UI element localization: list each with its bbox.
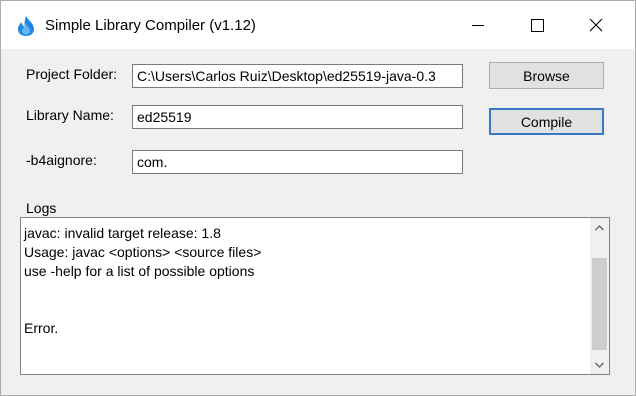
logs-content: javac: invalid target release: 1.8 Usage:… (24, 224, 584, 338)
logs-scrollbar[interactable] (590, 218, 609, 374)
minimize-icon (472, 24, 484, 26)
logs-label: Logs (26, 200, 57, 216)
browse-button[interactable]: Browse (489, 62, 604, 89)
chevron-down-icon (595, 362, 604, 368)
close-icon (589, 18, 603, 32)
library-name-input[interactable] (132, 105, 463, 129)
window-title: Simple Library Compiler (v1.12) (45, 17, 256, 34)
compile-button[interactable]: Compile (489, 108, 604, 135)
library-name-label: Library Name: (26, 107, 114, 123)
log-line: Error. (24, 320, 59, 336)
log-line: javac: invalid target release: 1.8 (24, 225, 221, 241)
scroll-down-arrow[interactable] (590, 355, 609, 374)
scroll-up-arrow[interactable] (590, 218, 609, 237)
chevron-up-icon (595, 224, 604, 230)
project-folder-input[interactable] (132, 64, 463, 88)
close-button[interactable] (567, 1, 625, 49)
maximize-icon (530, 18, 544, 32)
app-window: Simple Library Compiler (v1.12) Project … (0, 0, 636, 396)
log-line: use -help for a list of possible options (24, 263, 255, 279)
minimize-button[interactable] (449, 1, 507, 49)
maximize-button[interactable] (508, 1, 566, 49)
logs-textarea[interactable]: javac: invalid target release: 1.8 Usage:… (20, 217, 610, 375)
title-bar[interactable]: Simple Library Compiler (v1.12) (1, 1, 635, 49)
scroll-thumb[interactable] (592, 258, 607, 350)
b4aignore-label: -b4aignore: (26, 152, 97, 168)
project-folder-label: Project Folder: (26, 66, 118, 82)
b4aignore-input[interactable] (132, 150, 463, 174)
log-line: Usage: javac <options> <source files> (24, 244, 262, 260)
app-logo-icon (18, 16, 34, 36)
